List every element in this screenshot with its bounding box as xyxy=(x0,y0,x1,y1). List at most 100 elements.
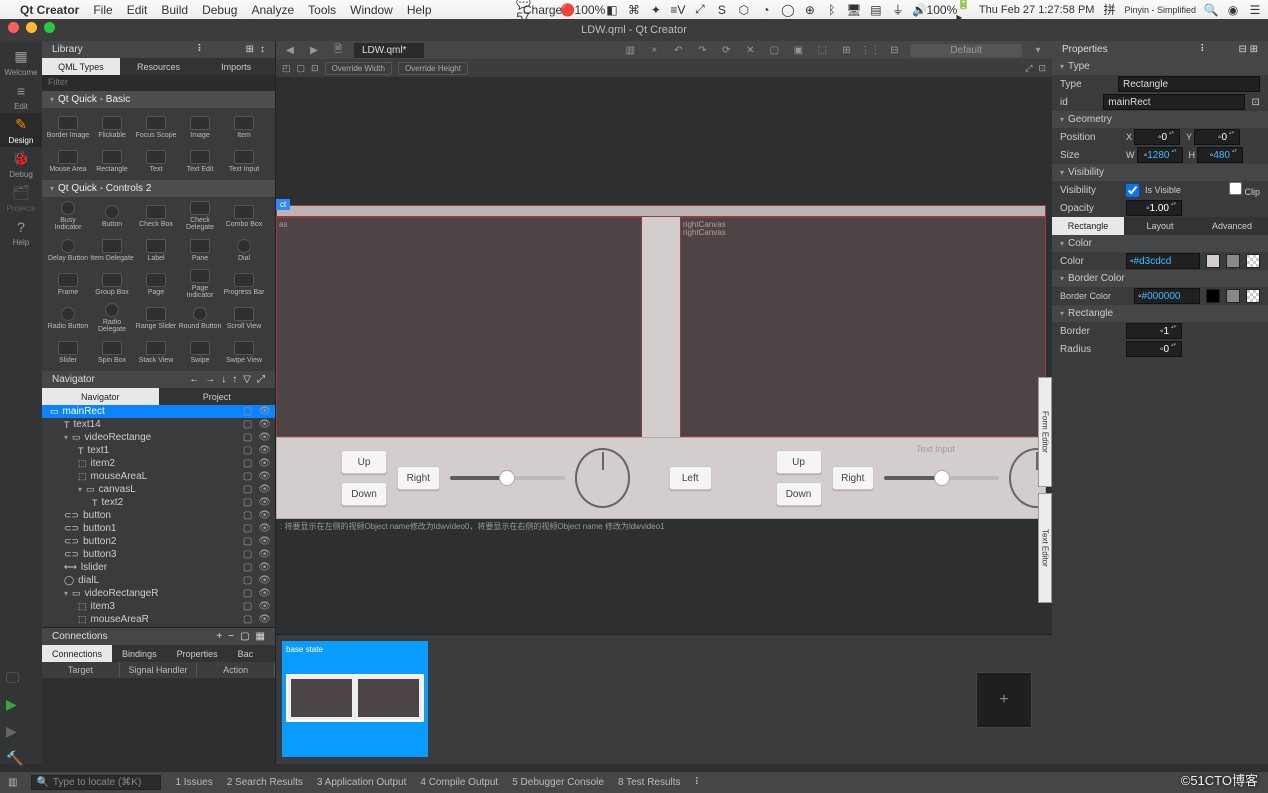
component-item[interactable]: Border Image xyxy=(46,110,90,144)
color-field[interactable]: ◦ #d3cdcd xyxy=(1126,253,1200,269)
tree-row[interactable]: Ttext2▢👁 xyxy=(42,496,275,509)
out-menu-icon[interactable]: ⠇ xyxy=(695,777,702,788)
out-tests[interactable]: 8 Test Results xyxy=(618,777,681,788)
visibility-icon[interactable]: 👁 xyxy=(258,510,271,521)
tab-backends[interactable]: Bac xyxy=(228,645,264,662)
tab-properties[interactable]: Properties xyxy=(167,645,228,662)
component-item[interactable]: Text xyxy=(134,144,178,178)
slider-l[interactable] xyxy=(450,476,565,480)
export-icon[interactable]: ▢ xyxy=(243,614,252,625)
tool-icon[interactable]: ▣ xyxy=(790,43,806,57)
visibility-icon[interactable]: 👁 xyxy=(258,588,271,599)
battery-icon[interactable]: 🔋▸ xyxy=(957,3,971,17)
visibility-icon[interactable]: 👁 xyxy=(258,549,271,560)
canvas-tool-icon[interactable]: ▢ xyxy=(297,63,306,74)
up-button-r[interactable]: Up xyxy=(776,450,822,474)
component-item[interactable]: Text Input xyxy=(222,144,266,178)
component-item[interactable]: Dial xyxy=(222,233,266,267)
conn-box-icon[interactable]: ▢ xyxy=(240,631,249,642)
undo-icon[interactable]: ↶ xyxy=(670,43,686,57)
tree-row[interactable]: ⬚item2▢👁 xyxy=(42,457,275,470)
tab-navigator[interactable]: Navigator xyxy=(42,388,159,405)
color-gradient[interactable] xyxy=(1226,254,1240,268)
down-button-l[interactable]: Down xyxy=(341,482,387,506)
maximize-window[interactable] xyxy=(44,22,55,33)
library-menu[interactable]: ⠇ xyxy=(197,44,205,55)
tree-row[interactable]: ▭mainRect▢👁 xyxy=(42,405,275,418)
ptab-advanced[interactable]: Advanced xyxy=(1196,217,1268,235)
tool-icon[interactable]: ▾ xyxy=(1030,43,1046,57)
visibility-icon[interactable]: 👁 xyxy=(258,445,271,456)
split-icon[interactable]: ▥ xyxy=(622,43,638,57)
component-item[interactable]: Swipe View xyxy=(222,335,266,369)
tree-row[interactable]: ⬚mouseAreaR▢👁 xyxy=(42,613,275,626)
filter-input[interactable] xyxy=(48,77,269,87)
props-menu-icon[interactable]: ⠇ xyxy=(1200,44,1208,55)
tray-icon[interactable]: ◧ xyxy=(605,3,619,17)
override-width[interactable]: Override Width xyxy=(325,62,392,75)
export-icon[interactable]: ▢ xyxy=(243,419,252,430)
dial-l[interactable] xyxy=(575,448,631,508)
out-search[interactable]: 2 Search Results xyxy=(227,777,303,788)
component-item[interactable]: Check Delegate xyxy=(178,199,222,233)
id-field[interactable] xyxy=(1103,94,1245,110)
clip-checkbox[interactable] xyxy=(1229,182,1242,195)
component-item[interactable]: Label xyxy=(134,233,178,267)
visibility-icon[interactable]: 👁 xyxy=(258,601,271,612)
component-item[interactable]: Spin Box xyxy=(90,335,134,369)
tray-icon[interactable]: ⌘ xyxy=(627,3,641,17)
nav-arrow-left-icon[interactable]: ← xyxy=(189,374,199,385)
tab-resources[interactable]: Resources xyxy=(120,58,198,75)
tree-row[interactable]: ⬚mouseAreaL▢👁 xyxy=(42,470,275,483)
tool-icon[interactable]: ⋮⋮ xyxy=(862,43,878,57)
ime-label[interactable]: Pinyin - Simplified xyxy=(1124,5,1196,15)
menu-analyze[interactable]: Analyze xyxy=(251,3,294,17)
tab-project[interactable]: Project xyxy=(159,388,276,405)
props-expand-icon[interactable]: ⊟ ⊞ xyxy=(1238,44,1258,55)
mode-help[interactable]: ?Help xyxy=(0,215,42,249)
component-item[interactable]: Focus Scope xyxy=(134,110,178,144)
component-item[interactable]: Item Delegate xyxy=(90,233,134,267)
left-button-r[interactable]: Left xyxy=(669,466,712,490)
down-button-r[interactable]: Down xyxy=(776,482,822,506)
menu-window[interactable]: Window xyxy=(350,3,393,17)
nav-back-icon[interactable]: ◀ xyxy=(282,43,298,57)
menu-help[interactable]: Help xyxy=(407,3,432,17)
nav-filter-icon[interactable]: ▽ xyxy=(243,374,251,385)
component-item[interactable]: Swipe xyxy=(178,335,222,369)
mode-edit[interactable]: ≡Edit xyxy=(0,79,42,113)
component-item[interactable]: Frame xyxy=(46,267,90,301)
color-swatch[interactable] xyxy=(1206,254,1220,268)
menu-file[interactable]: File xyxy=(93,3,112,17)
file-tab[interactable]: LDW.qml* xyxy=(354,43,424,58)
zoom-fit-icon[interactable]: ⤢ xyxy=(1025,63,1032,74)
clock[interactable]: Thu Feb 27 1:27:58 PM xyxy=(979,4,1095,16)
isvisible-checkbox[interactable] xyxy=(1126,184,1139,197)
export-icon[interactable]: ▢ xyxy=(243,497,252,508)
tab-connections[interactable]: Connections xyxy=(42,645,112,662)
ptab-rectangle[interactable]: Rectangle xyxy=(1052,217,1124,235)
nav-arrow-down-icon[interactable]: ↓ xyxy=(221,374,226,385)
tray-icon[interactable]: ≡V xyxy=(671,3,685,17)
border-swatch[interactable] xyxy=(1206,289,1220,303)
border-none[interactable] xyxy=(1246,289,1260,303)
visibility-icon[interactable]: 👁 xyxy=(258,614,271,625)
mode-design[interactable]: ✎Design xyxy=(0,113,42,147)
export-icon[interactable]: ▢ xyxy=(243,406,252,417)
tree-row[interactable]: Ttext1▢👁 xyxy=(42,444,275,457)
text-editor-handle[interactable]: Text Editor xyxy=(1038,493,1052,603)
wifi-icon[interactable]: ⏚ xyxy=(891,3,905,17)
menu-edit[interactable]: Edit xyxy=(127,3,148,17)
tray-icon[interactable]: ⬡ xyxy=(737,3,751,17)
tab-bindings[interactable]: Bindings xyxy=(112,645,167,662)
ime-icon[interactable]: 拼 xyxy=(1102,3,1116,17)
export-icon[interactable]: ▢ xyxy=(243,471,252,482)
navigator-tree[interactable]: ▭mainRect▢👁Ttext14▢👁▾▭videoRectange▢👁Tte… xyxy=(42,405,275,627)
tray-icon[interactable]: ⊕ xyxy=(803,3,817,17)
tray-icon[interactable]: ✦ xyxy=(649,3,663,17)
right-button-r[interactable]: Right xyxy=(832,466,875,490)
component-item[interactable]: Mouse Area xyxy=(46,144,90,178)
form-editor-handle[interactable]: Form Editor xyxy=(1038,377,1052,487)
export-icon[interactable]: ▢ xyxy=(243,536,252,547)
base-state[interactable]: base state xyxy=(282,641,428,757)
